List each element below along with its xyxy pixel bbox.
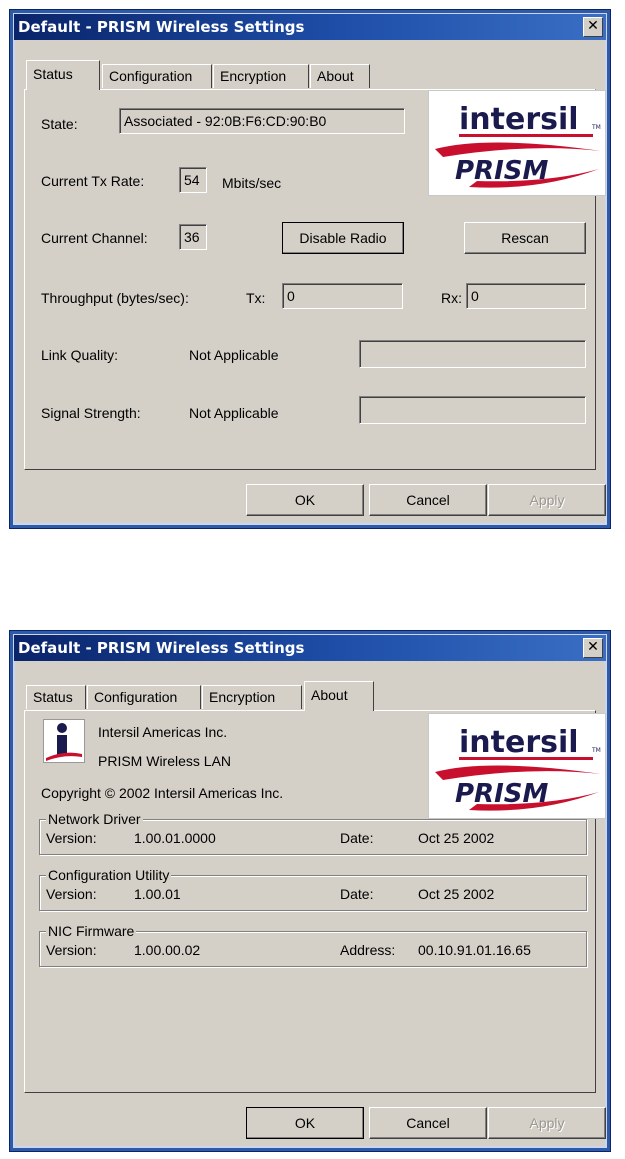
status-window: Default - PRISM Wireless Settings ✕ Stat… [9, 9, 611, 529]
dialog-client: Status Configuration Encryption About St… [16, 42, 606, 522]
state-field: Associated - 92:0B:F6:CD:90:B0 [119, 108, 405, 134]
company-name: Intersil Americas Inc. [98, 724, 228, 740]
rescan-button[interactable]: Rescan [464, 222, 586, 254]
logo-intersil-text: intersil [459, 725, 579, 760]
link-quality-value: Not Applicable [189, 347, 279, 363]
network-driver-title: Network Driver [46, 811, 143, 827]
tx-label: Tx: [246, 290, 266, 306]
firmware-address-label: Address: [340, 942, 396, 958]
logo-tm-text: TM [591, 124, 601, 131]
disable-radio-button[interactable]: Disable Radio [282, 222, 404, 254]
window-title: Default - PRISM Wireless Settings [18, 639, 305, 657]
close-icon: ✕ [587, 18, 599, 34]
product-name: PRISM Wireless LAN [98, 753, 232, 769]
ok-button[interactable]: OK [246, 484, 364, 516]
utility-date-label: Date: [340, 886, 374, 902]
cancel-button[interactable]: Cancel [369, 1107, 487, 1139]
signal-strength-value: Not Applicable [189, 405, 279, 421]
driver-date-label: Date: [340, 830, 374, 846]
driver-version-value: 1.00.01.0000 [134, 830, 216, 846]
tab-configuration[interactable]: Configuration [87, 685, 201, 709]
logo-prism-text: PRISM [455, 779, 548, 809]
nic-firmware-title: NIC Firmware [46, 923, 137, 939]
driver-date-value: Oct 25 2002 [418, 830, 495, 846]
ok-button[interactable]: OK [246, 1107, 364, 1139]
tx-rate-field: 54 [179, 167, 207, 193]
about-window: Default - PRISM Wireless Settings ✕ Stat… [9, 630, 611, 1152]
signal-strength-label: Signal Strength: [41, 405, 141, 421]
logo-intersil-text: intersil [459, 102, 579, 137]
title-bar[interactable]: Default - PRISM Wireless Settings ✕ [14, 14, 606, 40]
driver-version-label: Version: [46, 830, 97, 846]
apply-button[interactable]: Apply [488, 484, 606, 516]
tab-status[interactable]: Status [26, 60, 100, 90]
rx-throughput-field: 0 [466, 283, 586, 309]
close-button[interactable]: ✕ [583, 17, 603, 37]
channel-field: 36 [179, 224, 207, 250]
config-utility-group: Configuration Utility Version: 1.00.01 D… [39, 867, 587, 911]
dialog-client: Status Configuration Encryption About In… [16, 663, 606, 1145]
title-bar[interactable]: Default - PRISM Wireless Settings ✕ [14, 635, 606, 661]
utility-version-value: 1.00.01 [134, 886, 181, 902]
tx-rate-unit: Mbits/sec [222, 175, 282, 191]
nic-firmware-group: NIC Firmware Version: 1.00.00.02 Address… [39, 923, 587, 967]
close-button[interactable]: ✕ [583, 638, 603, 658]
tab-encryption[interactable]: Encryption [213, 64, 309, 88]
config-utility-title: Configuration Utility [46, 867, 172, 883]
tab-encryption[interactable]: Encryption [202, 685, 302, 709]
apply-button[interactable]: Apply [488, 1107, 606, 1139]
network-driver-group: Network Driver Version: 1.00.01.0000 Dat… [39, 811, 587, 855]
tx-rate-label: Current Tx Rate: [41, 173, 145, 189]
logo-prism-text: PRISM [455, 156, 548, 186]
tx-throughput-field: 0 [282, 283, 403, 309]
utility-version-label: Version: [46, 886, 97, 902]
intersil-prism-logo: intersil TM PRISM [428, 713, 606, 819]
utility-date-value: Oct 25 2002 [418, 886, 495, 902]
channel-label: Current Channel: [41, 230, 148, 246]
tab-configuration[interactable]: Configuration [102, 64, 212, 88]
copyright-text: Copyright © 2002 Intersil Americas Inc. [41, 785, 284, 801]
state-label: State: [41, 116, 78, 132]
signal-strength-bar [359, 396, 586, 424]
tab-about[interactable]: About [310, 64, 370, 88]
window-title: Default - PRISM Wireless Settings [18, 18, 305, 36]
firmware-version-label: Version: [46, 942, 97, 958]
intersil-prism-logo: intersil TM PRISM [428, 90, 606, 196]
firmware-address-value: 00.10.91.01.16.65 [418, 942, 531, 958]
link-quality-bar [359, 340, 586, 368]
intersil-i-icon [43, 719, 85, 763]
rx-label: Rx: [441, 290, 462, 306]
firmware-version-value: 1.00.00.02 [134, 942, 201, 958]
throughput-label: Throughput (bytes/sec): [41, 290, 189, 306]
tab-status[interactable]: Status [26, 685, 86, 709]
logo-tm-text: TM [591, 747, 601, 754]
close-icon: ✕ [587, 639, 599, 655]
cancel-button[interactable]: Cancel [369, 484, 487, 516]
link-quality-label: Link Quality: [41, 347, 119, 363]
tab-about[interactable]: About [304, 681, 374, 711]
